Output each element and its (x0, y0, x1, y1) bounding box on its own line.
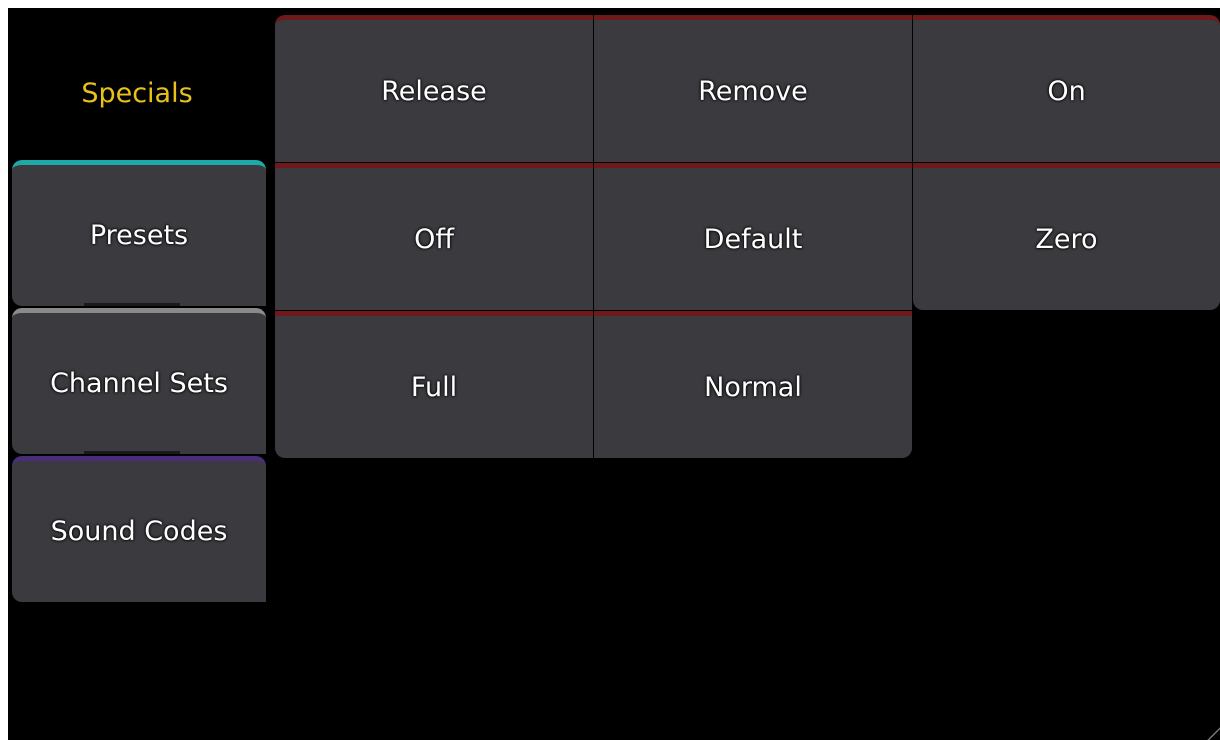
special-keys-panel: Specials Presets Channel Sets Sound Code… (8, 8, 1220, 740)
normal-button[interactable]: Normal (594, 311, 912, 458)
zero-button[interactable]: Zero (913, 163, 1220, 310)
category-specials-label: Specials (81, 77, 193, 109)
remove-button-label: Remove (698, 75, 808, 107)
full-button[interactable]: Full (275, 311, 593, 458)
release-button-label: Release (381, 75, 487, 107)
release-button[interactable]: Release (275, 15, 593, 162)
category-channel-sets[interactable]: Channel Sets (12, 308, 266, 454)
zero-button-label: Zero (1035, 223, 1098, 255)
on-button-label: On (1047, 75, 1086, 107)
category-specials[interactable]: Specials (8, 18, 266, 168)
category-sound-codes-label: Sound Codes (50, 516, 228, 547)
tab-divider (84, 303, 180, 306)
tab-divider (84, 451, 180, 454)
remove-button[interactable]: Remove (594, 15, 912, 162)
category-presets[interactable]: Presets (12, 160, 266, 306)
category-presets-label: Presets (89, 220, 189, 251)
on-button[interactable]: On (913, 15, 1220, 162)
off-button[interactable]: Off (275, 163, 593, 310)
off-button-label: Off (414, 223, 454, 255)
full-button-label: Full (410, 371, 458, 403)
category-channel-sets-label: Channel Sets (50, 368, 228, 399)
default-button[interactable]: Default (594, 163, 912, 310)
default-button-label: Default (703, 223, 803, 255)
category-sound-codes[interactable]: Sound Codes (12, 456, 266, 602)
resize-handle[interactable] (1206, 726, 1220, 740)
normal-button-label: Normal (704, 371, 802, 403)
